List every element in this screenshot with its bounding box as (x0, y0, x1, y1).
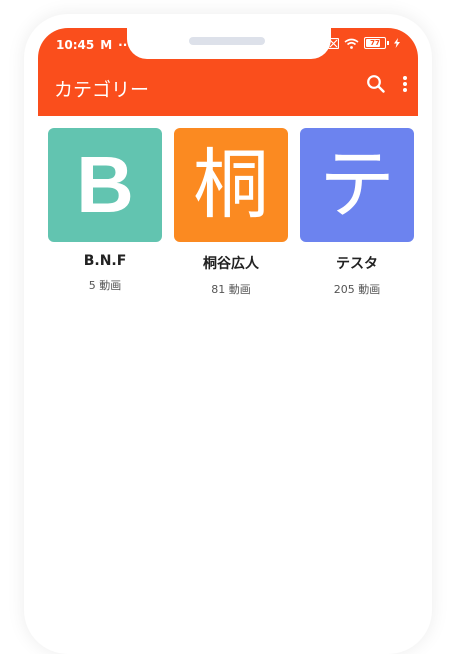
category-thumbnail[interactable]: 桐 (174, 128, 288, 242)
video-count: 205 動画 (333, 283, 381, 296)
gmail-icon: M (100, 38, 113, 52)
category-thumbnail[interactable]: B (48, 128, 162, 242)
status-time: 10:45 (56, 38, 95, 52)
page-title: カテゴリー (54, 79, 150, 101)
category-thumbnail[interactable]: テ (300, 128, 414, 242)
wifi-icon (344, 38, 359, 49)
search-icon[interactable] (366, 74, 386, 94)
thumbnail-letter: 桐 (193, 140, 269, 229)
category-tile-tesuta[interactable]: テ テスタ 205 動画 (300, 128, 414, 297)
more-vert-icon[interactable] (402, 74, 408, 94)
app-bar: カテゴリー (38, 60, 418, 116)
thumbnail-letter: テ (319, 140, 395, 229)
thumbnail-letter: B (76, 140, 134, 229)
category-name: B.N.F (83, 253, 127, 269)
status-bar: 10:45 M ··· 77 (38, 28, 418, 60)
video-count: 81 動画 (211, 283, 251, 296)
app-bar-actions (366, 74, 408, 94)
app-screen: 10:45 M ··· 77 カテゴリー B B.N.F 5 動画 桐 桐谷広人… (38, 28, 418, 628)
notch (127, 28, 331, 59)
charging-icon (394, 38, 400, 48)
category-tile-bnf[interactable]: B B.N.F 5 動画 (48, 128, 162, 297)
video-count: 5 動画 (88, 279, 122, 292)
category-tile-kiritani[interactable]: 桐 桐谷広人 81 動画 (174, 128, 288, 297)
battery-icon: 77 (364, 37, 389, 49)
status-left: 10:45 M ··· (56, 38, 132, 52)
speaker (189, 37, 265, 45)
sim-off-icon (328, 37, 339, 49)
category-grid: B B.N.F 5 動画 桐 桐谷広人 81 動画 テ テスタ 205 動画 (48, 128, 418, 297)
status-right: 77 (328, 37, 400, 49)
category-name: テスタ (336, 256, 378, 272)
category-name: 桐谷広人 (203, 256, 259, 272)
battery-level: 77 (370, 39, 380, 47)
